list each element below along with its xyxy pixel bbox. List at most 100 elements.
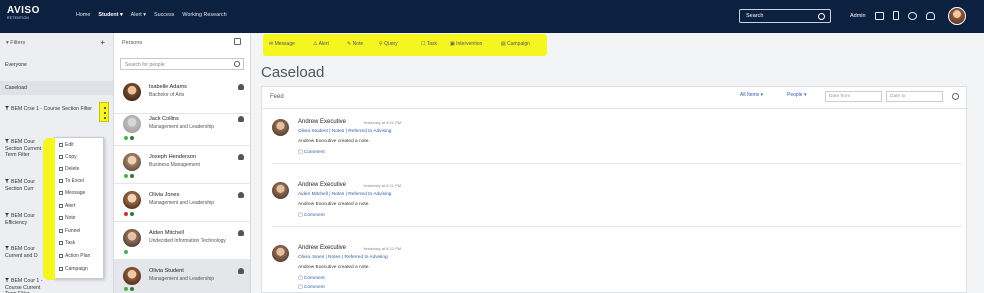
page-title: Caseload — [261, 64, 325, 81]
menu-item-delete[interactable]: Delete — [59, 166, 79, 172]
nav-alert[interactable]: Alert ▾ — [131, 12, 146, 18]
aviso-logo[interactable]: AVISO RETENTION — [7, 5, 41, 28]
filter-label: BEM Cour Efficiency — [5, 213, 35, 226]
person-row[interactable]: Olivia Student Management and Leadership — [114, 260, 250, 293]
help-icon[interactable] — [907, 11, 917, 20]
date-to-input[interactable]: Date to — [886, 91, 943, 102]
person-icon[interactable] — [238, 116, 244, 122]
top-right-actions: Admin — [850, 11, 935, 20]
menu-item-task[interactable]: Task — [59, 240, 75, 246]
menu-item-campaign[interactable]: Campaign — [59, 266, 88, 272]
post-body: Andrew Executive created a note. — [298, 202, 370, 207]
status-dots — [124, 174, 134, 178]
post-author[interactable]: Andrew Executive — [298, 245, 346, 251]
status-dot — [124, 136, 128, 140]
toolbar-campaign-button[interactable]: ▤ Campaign — [501, 41, 530, 47]
add-filter-button[interactable]: + — [100, 38, 105, 47]
global-search-input[interactable]: Search — [739, 9, 831, 23]
post-body: Andrew Executive created a note. — [298, 139, 370, 144]
person-icon[interactable] — [238, 268, 244, 274]
toolbar-intervention-button[interactable]: ▣ Intervention — [450, 41, 482, 47]
person-icon[interactable] — [238, 192, 244, 198]
filter-item[interactable]: BEM Cour 1 - Course Current Term Filter — [0, 278, 50, 293]
toolbar-note-button[interactable]: ✎ Note — [347, 41, 363, 47]
inbox-icon[interactable] — [874, 11, 884, 20]
person-row[interactable]: Olivia Jones Management and Leadership — [114, 184, 250, 222]
menu-item-label: Funnel — [65, 228, 81, 234]
menu-item-message[interactable]: Message — [59, 190, 85, 196]
comment-label: Comment — [303, 285, 325, 290]
nav-success[interactable]: Success — [154, 12, 174, 18]
menu-item-note[interactable]: Note — [59, 215, 76, 221]
toolbar-button-label: Alert — [318, 41, 329, 47]
person-name: Jack Collins — [149, 116, 179, 122]
all-items-dropdown[interactable]: All Items ▾ — [740, 92, 763, 98]
post-meta-links[interactable]: Aiden Mitchell | Notes | Referred to Adv… — [298, 192, 391, 197]
comment-link[interactable]: ▢ Comment — [298, 285, 325, 290]
person-icon[interactable] — [238, 84, 244, 90]
comment-link[interactable]: ▢ Comment — [298, 276, 325, 281]
search-icon[interactable] — [234, 61, 240, 67]
filter-icon — [5, 246, 9, 250]
person-program: Undecided Information Technology — [149, 238, 226, 244]
person-row[interactable]: Jack Collins Management and Leadership — [114, 108, 250, 146]
gear-icon[interactable] — [234, 38, 241, 45]
toolbar-button-label: Message — [274, 41, 295, 47]
filter-item-caseload[interactable]: Caseload — [0, 81, 113, 95]
delete-icon — [59, 167, 63, 171]
filter-item[interactable]: BEM Crse 1 - Course Section Filter — [0, 106, 113, 126]
date-from-input[interactable]: Date from — [825, 91, 882, 102]
comment-link[interactable]: ▢ Comment — [298, 150, 325, 155]
person-program: Management and Leadership — [149, 200, 215, 206]
toolbar-query-button[interactable]: ⚲ Query — [379, 41, 398, 47]
feed-post: Andrew Executive Yesterday at 8:21 PM Ai… — [262, 182, 968, 240]
menu-item-edit[interactable]: Edit — [59, 142, 74, 148]
divider — [272, 163, 962, 164]
post-meta-links[interactable]: Olivia Student | Notes | Referred to Adv… — [298, 129, 391, 134]
menu-item-label: Alert — [65, 203, 76, 209]
post-author[interactable]: Andrew Executive — [298, 182, 346, 188]
feed-post: Andrew Executive Yesterday at 8:21 PM Ol… — [262, 119, 968, 177]
logo-main-text: AVISO — [7, 5, 40, 16]
person-row[interactable]: Joseph Henderson Business Management — [114, 146, 250, 184]
post-author[interactable]: Andrew Executive — [298, 119, 346, 125]
toolbar-button-label: Intervention — [456, 41, 483, 47]
people-dropdown[interactable]: People ▾ — [787, 92, 806, 98]
filter-item-everyone[interactable]: Everyone — [0, 60, 113, 71]
comment-link[interactable]: ▢ Comment — [298, 213, 325, 218]
menu-item-action-plan[interactable]: Action Plan — [59, 253, 90, 259]
comment-label: Comment — [303, 276, 325, 281]
excel-icon — [59, 179, 63, 183]
author-avatar — [272, 119, 289, 136]
person-search-input[interactable]: Search for people — [120, 58, 244, 70]
toolbar-alert-button[interactable]: ⚠ Alert — [313, 41, 329, 47]
menu-item-funnel[interactable]: Funnel — [59, 228, 80, 234]
menu-item-label: Edit — [65, 142, 74, 148]
menu-item-label: Action Plan — [65, 253, 91, 259]
filter-options-button[interactable] — [99, 102, 109, 122]
filter-label: BEM Cour 1 - Course Current Term Filter — [5, 278, 43, 293]
person-row[interactable]: Aiden Mitchell Undecided Information Tec… — [114, 222, 250, 260]
person-icon[interactable] — [238, 230, 244, 236]
copy-icon — [59, 155, 63, 159]
menu-item-copy[interactable]: Copy — [59, 154, 77, 160]
nav-working-research[interactable]: Working Research — [182, 12, 226, 18]
nav-student[interactable]: Student ▾ — [98, 12, 122, 18]
person-icon[interactable] — [238, 154, 244, 160]
refresh-icon[interactable] — [952, 93, 959, 100]
filter-label: BEM Cour Section Current Term Filter — [5, 139, 42, 158]
admin-link[interactable]: Admin — [850, 13, 866, 19]
top-navigation-bar: AVISO RETENTION Home Student ▾ Alert ▾ S… — [0, 0, 984, 33]
toolbar-message-button[interactable]: ✉ Message — [269, 41, 295, 47]
divider — [262, 108, 968, 109]
filter-icon — [5, 278, 9, 282]
post-meta-links[interactable]: Olivia Jones | Notes | Referred to Advis… — [298, 255, 388, 260]
mobile-icon[interactable] — [892, 11, 899, 20]
menu-item-alert[interactable]: Alert — [59, 203, 75, 209]
user-avatar[interactable] — [948, 7, 966, 25]
menu-item-to-excel[interactable]: To Excel — [59, 178, 84, 184]
nav-home[interactable]: Home — [76, 12, 90, 18]
cloud-icon[interactable] — [925, 11, 935, 20]
search-icon[interactable] — [818, 13, 825, 20]
toolbar-task-button[interactable]: ☐ Task — [421, 41, 437, 47]
